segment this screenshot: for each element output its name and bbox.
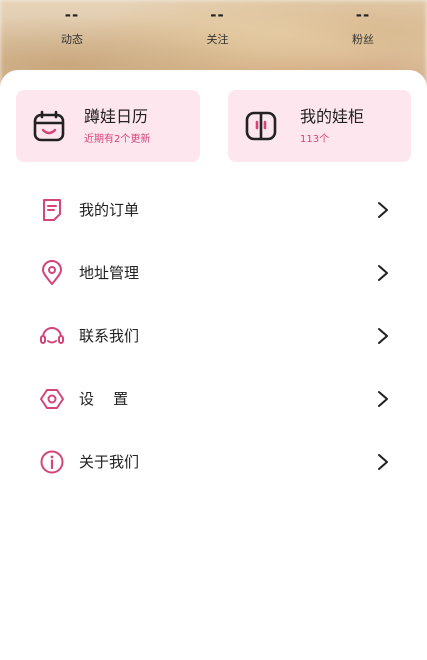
stats-bar: -- 动态 -- 关注 -- 粉丝 [0, 0, 427, 70]
stat-posts-value: -- [64, 6, 80, 24]
feature-tiles: 蹲娃日历 近期有2个更新 我的娃柜 113个 [16, 90, 411, 162]
cabinet-tile-text: 我的娃柜 113个 [300, 107, 364, 145]
menu-label-settings: 设 置 [79, 390, 129, 408]
menu-item-about[interactable]: 关于我们 [0, 430, 427, 493]
stat-following[interactable]: -- 关注 [198, 0, 238, 70]
chevron-right-icon [378, 453, 388, 470]
chevron-right-icon [378, 327, 388, 344]
menu-label-address: 地址管理 [79, 264, 140, 282]
stat-followers-value: -- [355, 6, 371, 24]
calendar-face-icon [33, 110, 65, 142]
menu-item-settings[interactable]: 设 置 [0, 367, 427, 430]
order-icon [43, 198, 61, 221]
headset-icon [40, 326, 64, 344]
menu-label-contact: 联系我们 [79, 327, 140, 345]
location-pin-icon [42, 259, 62, 285]
settings-hexagon-icon [40, 388, 64, 409]
stat-following-label: 关注 [206, 33, 229, 46]
profile-card: 蹲娃日历 近期有2个更新 我的娃柜 113个 我的订单 地址管理 联系我们 设 … [0, 70, 427, 660]
cabinet-tile-subtitle: 113个 [300, 134, 330, 145]
settings-menu: 我的订单 地址管理 联系我们 设 置 关于我们 [0, 178, 427, 493]
stat-followers-label: 粉丝 [352, 33, 374, 46]
stat-following-value: -- [210, 6, 225, 24]
cabinet-tile[interactable]: 我的娃柜 113个 [228, 90, 411, 162]
chevron-right-icon [378, 390, 388, 407]
cabinet-tile-title: 我的娃柜 [300, 107, 365, 126]
cabinet-icon [245, 111, 277, 141]
menu-item-contact[interactable]: 联系我们 [0, 304, 427, 367]
stat-posts-label: 动态 [61, 33, 83, 46]
stat-followers[interactable]: -- 粉丝 [343, 0, 383, 70]
chevron-right-icon [378, 201, 388, 218]
stat-posts[interactable]: -- 动态 [52, 0, 92, 70]
menu-label-orders: 我的订单 [79, 201, 140, 219]
calendar-tile-subtitle: 近期有2个更新 [84, 134, 151, 145]
menu-item-orders[interactable]: 我的订单 [0, 178, 427, 241]
menu-item-address[interactable]: 地址管理 [0, 241, 427, 304]
calendar-tile-text: 蹲娃日历 近期有2个更新 [84, 107, 150, 145]
menu-label-about: 关于我们 [79, 453, 140, 471]
info-icon [40, 450, 64, 473]
chevron-right-icon [378, 264, 388, 281]
calendar-tile-title: 蹲娃日历 [84, 107, 149, 126]
calendar-tile[interactable]: 蹲娃日历 近期有2个更新 [16, 90, 200, 162]
